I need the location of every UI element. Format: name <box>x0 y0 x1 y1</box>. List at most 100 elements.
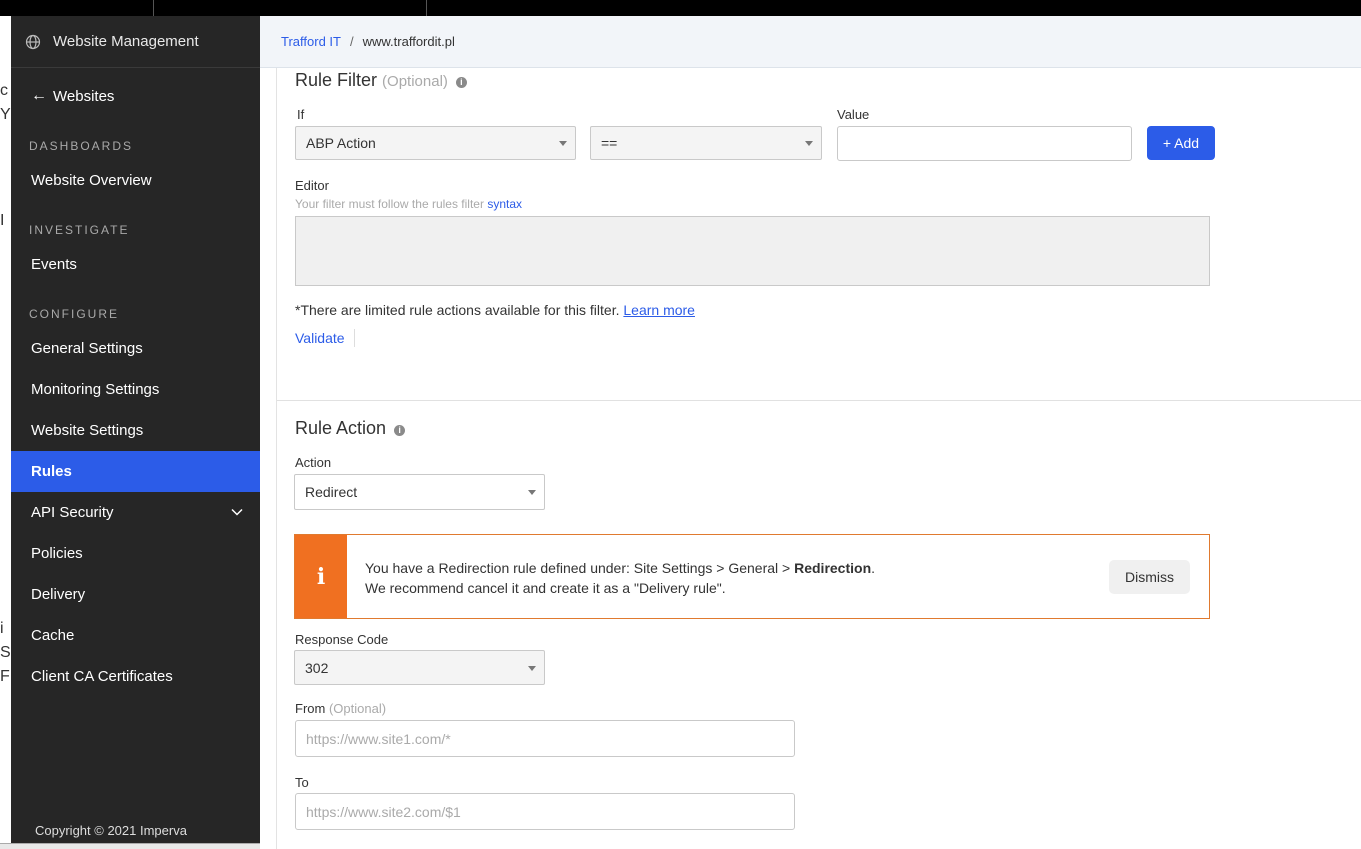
response-code-value: 302 <box>305 659 329 676</box>
alert-line-1-prefix: You have a Redirection rule defined unde… <box>365 560 791 576</box>
value-label: Value <box>837 107 870 122</box>
fragment-char: F <box>0 668 10 685</box>
info-icon[interactable]: i <box>455 77 467 88</box>
validate-button[interactable]: Validate <box>295 330 345 346</box>
editor-hint: Your filter must follow the rules filter… <box>295 197 522 211</box>
sidebar-item-delivery[interactable]: Delivery <box>11 574 260 615</box>
sidebar-item-general-settings[interactable]: General Settings <box>11 328 260 369</box>
sidebar-item-website-settings[interactable]: Website Settings <box>11 410 260 451</box>
alert-line-1: You have a Redirection rule defined unde… <box>365 558 875 578</box>
main-content: Trafford IT / www.traffordit.pl Rule Fil… <box>260 16 1361 849</box>
sidebar-item-label: Delivery <box>31 586 86 603</box>
value-input[interactable] <box>837 126 1132 161</box>
filter-editor[interactable] <box>295 216 1210 286</box>
breadcrumb-account-link[interactable]: Trafford IT <box>281 34 341 49</box>
top-strip-divider <box>153 0 154 16</box>
fragment-char: i <box>0 620 4 637</box>
action-value: Redirect <box>305 484 358 500</box>
caret-down-icon <box>528 665 536 671</box>
section-heading-investigate: INVESTIGATE <box>29 223 130 237</box>
validate-divider <box>354 329 355 347</box>
caret-down-icon <box>528 490 536 495</box>
alert-line-2: We recommend cancel it and create it as … <box>365 580 726 596</box>
sidebar-item-label: Monitoring Settings <box>31 381 160 398</box>
limited-actions-note: *There are limited rule actions availabl… <box>295 302 695 318</box>
if-label: If <box>297 107 305 122</box>
sidebar-item-monitoring-settings[interactable]: Monitoring Settings <box>11 369 260 410</box>
optional-tag: (Optional) <box>382 73 448 90</box>
caret-down-icon <box>559 141 567 146</box>
status-tooltip-fragment <box>0 843 295 849</box>
sidebar-item-website-overview[interactable]: Website Overview <box>11 160 260 201</box>
editor-label: Editor <box>295 178 329 193</box>
chevron-down-icon[interactable] <box>230 505 244 519</box>
sidebar-header: Website Management <box>11 16 260 68</box>
if-field-value: ABP Action <box>306 135 376 151</box>
operator-value: == <box>601 135 618 151</box>
sidebar-item-cache[interactable]: Cache <box>11 615 260 656</box>
globe-icon <box>25 34 41 49</box>
fragment-char: c <box>0 82 8 99</box>
breadcrumb-current-site: www.traffordit.pl <box>362 34 455 49</box>
sidebar-item-policies[interactable]: Policies <box>11 533 260 574</box>
caret-down-icon <box>805 141 813 146</box>
learn-more-link[interactable]: Learn more <box>623 302 695 318</box>
rule-action-title: Rule Action i <box>295 418 406 439</box>
from-label-text: From <box>295 701 326 716</box>
note-text: *There are limited rule actions availabl… <box>295 302 620 318</box>
back-link-label: Websites <box>53 87 115 105</box>
response-code-label: Response Code <box>295 632 389 647</box>
rule-filter-title-text: Rule Filter <box>295 70 378 90</box>
alert-line-1-bold: Redirection <box>794 560 872 576</box>
sidebar-item-label: Cache <box>31 627 75 644</box>
alert-message: You have a Redirection rule defined unde… <box>365 558 875 598</box>
syntax-link[interactable]: syntax <box>487 197 522 211</box>
response-code-select[interactable]: 302 <box>294 650 545 685</box>
optional-tag: (Optional) <box>328 701 387 716</box>
rule-action-title-text: Rule Action <box>295 418 387 438</box>
background-window-fragment: c Y I i S F <box>0 16 11 849</box>
section-heading-dashboards: DASHBOARDS <box>29 139 134 153</box>
breadcrumb-separator: / <box>349 34 354 49</box>
if-field-select[interactable]: ABP Action <box>295 126 576 160</box>
back-to-websites-link[interactable]: ← Websites <box>11 78 260 114</box>
alert-icon-bar: i <box>295 535 347 618</box>
breadcrumb: Trafford IT / www.traffordit.pl <box>260 16 1361 68</box>
to-url-input[interactable] <box>295 793 795 830</box>
to-label: To <box>295 775 309 790</box>
info-alert-icon: i <box>316 563 326 590</box>
rule-filter-title: Rule Filter (Optional) i <box>295 70 467 91</box>
top-strip-divider <box>426 0 427 16</box>
action-select[interactable]: Redirect <box>294 474 545 510</box>
sidebar-item-api-security[interactable]: API Security <box>11 492 260 533</box>
sidebar-item-client-ca-certificates[interactable]: Client CA Certificates <box>11 656 260 697</box>
sidebar-item-rules[interactable]: Rules <box>11 451 260 492</box>
add-button[interactable]: + Add <box>1147 126 1215 160</box>
copyright-text: Copyright © 2021 Imperva <box>35 823 187 838</box>
sidebar-item-label: Policies <box>31 545 83 562</box>
info-icon[interactable]: i <box>394 425 406 436</box>
sidebar-item-label: API Security <box>31 504 114 521</box>
redirection-warning-alert: i You have a Redirection rule defined un… <box>294 534 1210 619</box>
editor-hint-text: Your filter must follow the rules filter <box>295 197 484 211</box>
alert-line-1-suffix: . <box>871 560 876 576</box>
dismiss-button[interactable]: Dismiss <box>1109 560 1190 594</box>
content-left-border <box>276 68 277 849</box>
operator-select[interactable]: == <box>590 126 822 160</box>
sidebar: Website Management ← Websites DASHBOARDS… <box>11 16 260 849</box>
sidebar-title: Website Management <box>53 33 199 50</box>
sidebar-item-label: Client CA Certificates <box>31 668 173 685</box>
sidebar-item-label: Website Overview <box>31 172 152 189</box>
fragment-char: I <box>0 212 5 229</box>
fragment-char: Y <box>0 106 11 123</box>
arrow-left-icon: ← <box>31 87 47 104</box>
sidebar-item-label: Website Settings <box>31 422 144 439</box>
sidebar-item-label: Events <box>31 256 77 273</box>
from-url-input[interactable] <box>295 720 795 757</box>
fragment-char: S <box>0 644 11 661</box>
from-label: From (Optional) <box>295 701 386 716</box>
sidebar-item-label: Rules <box>31 463 72 480</box>
action-label: Action <box>295 455 332 470</box>
section-heading-configure: CONFIGURE <box>29 307 119 321</box>
sidebar-item-events[interactable]: Events <box>11 244 260 285</box>
